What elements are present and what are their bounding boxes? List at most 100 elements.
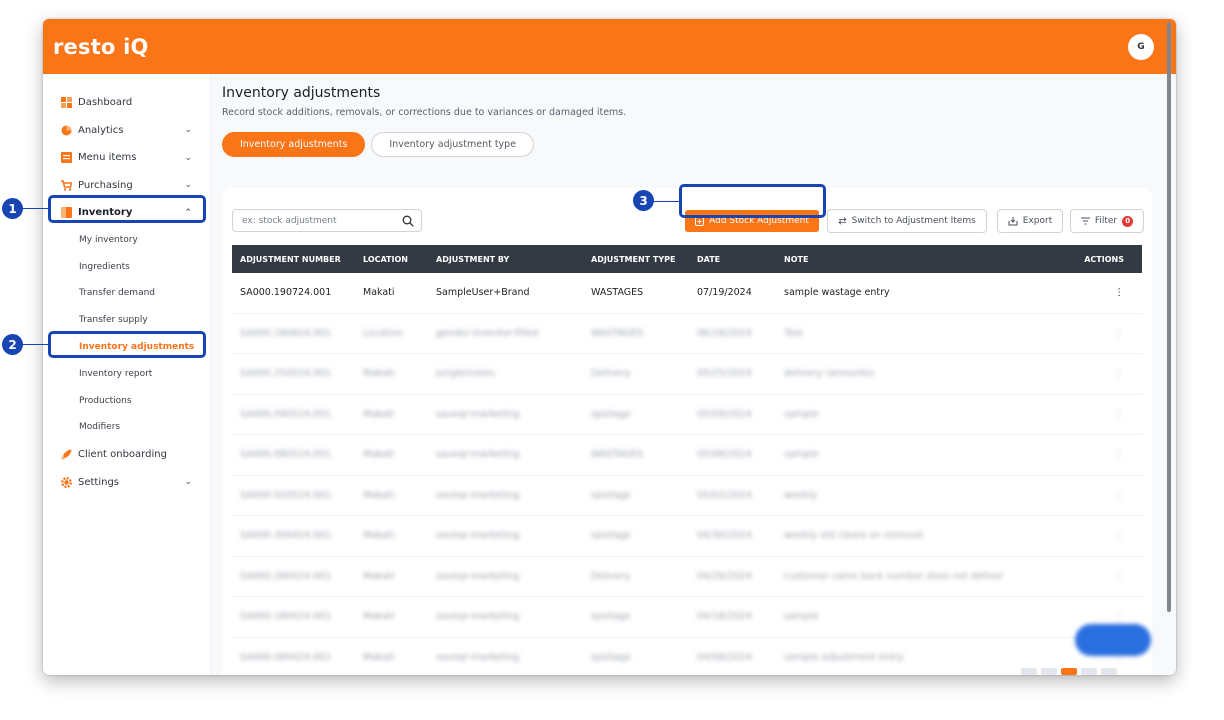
more-actions-icon[interactable]: ⋮ <box>1115 273 1125 313</box>
table-row[interactable]: SA000.080524.001 Makati saveqr-marketing WA… <box>232 435 1142 476</box>
more-actions-icon[interactable]: ⋮ <box>1115 314 1125 354</box>
callout-box-inventory <box>48 195 206 223</box>
chevron-down-icon: ⌄ <box>184 125 192 136</box>
dashboard-icon <box>61 97 72 109</box>
cell-adjustment-by: gender-inventor-filled <box>436 327 539 339</box>
page-button-current[interactable] <box>1061 668 1077 675</box>
cell-adjustment-number: SA000.080424.001 <box>240 651 332 663</box>
sidebar-item-client-onboarding[interactable]: Client onboarding <box>43 441 210 469</box>
cell-adjustment-type: WASTAGES <box>591 449 644 461</box>
table-row[interactable]: SA000.250524.001 Makati jungle/notes Delive… <box>232 354 1142 395</box>
app-logo[interactable]: resto iQ <box>53 35 149 59</box>
table-row[interactable]: SA000.080424.001 Makati saveqr-marketing sp… <box>232 638 1142 676</box>
page-button[interactable] <box>1021 668 1037 675</box>
cell-adjustment-type: spoilage <box>591 530 631 542</box>
main-content: Inventory adjustments Record stock addit… <box>212 74 1176 675</box>
cell-location: Makati <box>363 287 395 299</box>
cell-date: 07/19/2024 <box>697 287 752 299</box>
sidebar-item-dashboard[interactable]: Dashboard <box>43 89 210 117</box>
chevron-down-icon: ⌄ <box>184 180 192 191</box>
cell-note: delivery (amounts) <box>784 368 875 380</box>
sidebar-subitem-productions[interactable]: Productions <box>43 387 210 414</box>
cell-note: sample wastage entry <box>784 287 890 299</box>
pagination <box>1021 668 1117 675</box>
search-icon[interactable] <box>402 215 414 227</box>
export-button[interactable]: Export <box>997 209 1063 233</box>
sidebar-subitem-inventory-report[interactable]: Inventory report <box>43 360 210 387</box>
gear-icon <box>61 476 72 488</box>
rocket-icon <box>61 449 72 460</box>
cell-adjustment-number: SA000.080524.001 <box>240 449 332 461</box>
page-button[interactable] <box>1101 668 1117 675</box>
more-actions-icon[interactable]: ⋮ <box>1115 435 1125 475</box>
search-input[interactable] <box>242 215 392 226</box>
page-button[interactable] <box>1081 668 1097 675</box>
cell-note: weekly <box>784 489 818 501</box>
table-row[interactable]: SA000.020524.001 Makati saveqr-marketing sp… <box>232 476 1142 516</box>
cell-adjustment-by: saveqr-marketing <box>436 489 520 501</box>
col-adjustment-type[interactable]: ADJUSTMENT TYPE <box>591 245 675 273</box>
filter-icon <box>1080 217 1090 225</box>
cell-date: 05/09/2024 <box>697 408 752 420</box>
cell-adjustment-type: WASTAGES <box>591 327 644 339</box>
chevron-down-icon: ⌄ <box>184 477 192 488</box>
sidebar-subitem-transfer-demand[interactable]: Transfer demand <box>43 280 210 307</box>
sidebar-subitem-my-inventory[interactable]: My inventory <box>43 227 210 254</box>
table-row[interactable]: SA000.300424.001 Makati saveqr-marketing sp… <box>232 516 1142 557</box>
cell-note: sample <box>784 408 819 420</box>
sidebar-item-menu-items[interactable]: Menu items ⌄ <box>43 144 210 172</box>
sidebar-subitem-ingredients[interactable]: Ingredients <box>43 253 210 280</box>
callout-number-1: 1 <box>2 198 23 219</box>
col-adjustment-by[interactable]: ADJUSTMENT BY <box>436 245 509 273</box>
table-row[interactable]: SA000.180424.001 Makati saveqr-marketing sp… <box>232 597 1142 638</box>
search-box <box>232 209 422 232</box>
tab-inventory-adjustments[interactable]: Inventory adjustments <box>222 132 366 157</box>
adjustments-card: Add Stock Adjustment ⇄ Switch to Adjustm… <box>222 188 1152 675</box>
tab-inventory-adjustment-type[interactable]: Inventory adjustment type <box>371 132 535 157</box>
sidebar-item-settings[interactable]: Settings ⌄ <box>43 468 210 496</box>
tab-bar: Inventory adjustments Inventory adjustme… <box>222 132 535 157</box>
table-row[interactable]: SA000.090524.001 Makati saveqr-marketing sp… <box>232 395 1142 435</box>
table-row[interactable]: SA000.180624.001 Location gender-inventor-… <box>232 314 1142 354</box>
scrollbar[interactable] <box>1167 22 1171 612</box>
table-row[interactable]: SA000.260424.001 Makati saveqr-marketing De… <box>232 557 1142 597</box>
more-actions-icon[interactable]: ⋮ <box>1115 516 1125 556</box>
help-button[interactable] <box>1075 624 1151 656</box>
callout-number-3: 3 <box>633 190 654 211</box>
more-actions-icon[interactable]: ⋮ <box>1115 476 1125 516</box>
cell-note: customer came back number does not deliv… <box>784 570 1004 582</box>
cell-adjustment-by: saveqr-marketing <box>436 611 520 623</box>
filter-button[interactable]: Filter 0 <box>1070 209 1144 233</box>
sidebar-subitem-modifiers[interactable]: Modifiers <box>43 414 210 441</box>
col-note[interactable]: NOTE <box>784 245 808 273</box>
col-location[interactable]: LOCATION <box>363 245 408 273</box>
sidebar-subitem-transfer-supply[interactable]: Transfer supply <box>43 307 210 334</box>
callout-connector <box>22 344 48 345</box>
more-actions-icon[interactable]: ⋮ <box>1115 557 1125 597</box>
sidebar: Dashboard Analytics ⌄ Menu items ⌄ Purch… <box>43 74 211 675</box>
swap-icon: ⇄ <box>838 215 847 227</box>
menu-items-icon <box>61 152 72 164</box>
cell-note: sample <box>784 449 819 461</box>
page-button[interactable] <box>1041 668 1057 675</box>
cell-adjustment-number: SA000.180624.001 <box>240 327 332 339</box>
cell-date: 04/26/2024 <box>697 570 752 582</box>
cell-adjustment-by: saveqr-marketing <box>436 570 520 582</box>
cell-location: Makati <box>363 611 395 623</box>
table-row[interactable]: SA000.190724.001 Makati SampleUser+Brand WA… <box>232 273 1142 314</box>
sidebar-item-label: Analytics <box>78 124 124 136</box>
cell-location: Makati <box>363 570 395 582</box>
cell-location: Makati <box>363 651 395 663</box>
callout-box-add-stock-adjustment <box>679 184 826 218</box>
cell-adjustment-by: SampleUser+Brand <box>436 287 530 299</box>
user-avatar[interactable]: G <box>1128 33 1154 60</box>
cell-location: Makati <box>363 368 395 380</box>
switch-to-adjustment-items-button[interactable]: ⇄ Switch to Adjustment Items <box>827 209 987 233</box>
col-adjustment-number[interactable]: ADJUSTMENT NUMBER <box>240 245 341 273</box>
more-actions-icon[interactable]: ⋮ <box>1115 395 1125 435</box>
more-actions-icon[interactable]: ⋮ <box>1115 354 1125 394</box>
col-date[interactable]: DATE <box>697 245 720 273</box>
sidebar-item-analytics[interactable]: Analytics ⌄ <box>43 117 210 145</box>
cell-date: 04/30/2024 <box>697 530 752 542</box>
sidebar-item-label: Dashboard <box>78 97 133 109</box>
